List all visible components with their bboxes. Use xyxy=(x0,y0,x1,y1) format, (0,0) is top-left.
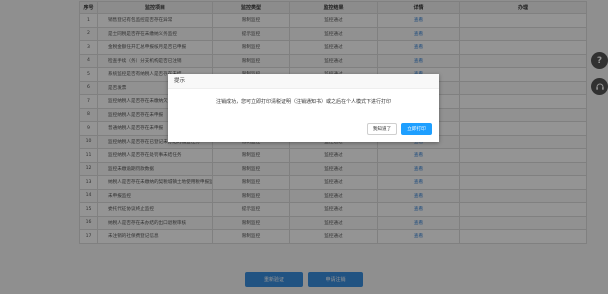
dialog-title: 提示 xyxy=(168,74,439,89)
print-now-button[interactable]: 立即打印 xyxy=(401,123,432,135)
i-know-button[interactable]: 我知道了 xyxy=(367,123,397,135)
modal-overlay xyxy=(0,0,608,294)
dialog-message: 注销成功，您可立即打印清税证明（注销通知书）或之后在个人模式下进行打印 xyxy=(215,99,391,105)
notice-dialog: 提示 注销成功，您可立即打印清税证明（注销通知书）或之后在个人模式下进行打印 我… xyxy=(168,74,439,142)
